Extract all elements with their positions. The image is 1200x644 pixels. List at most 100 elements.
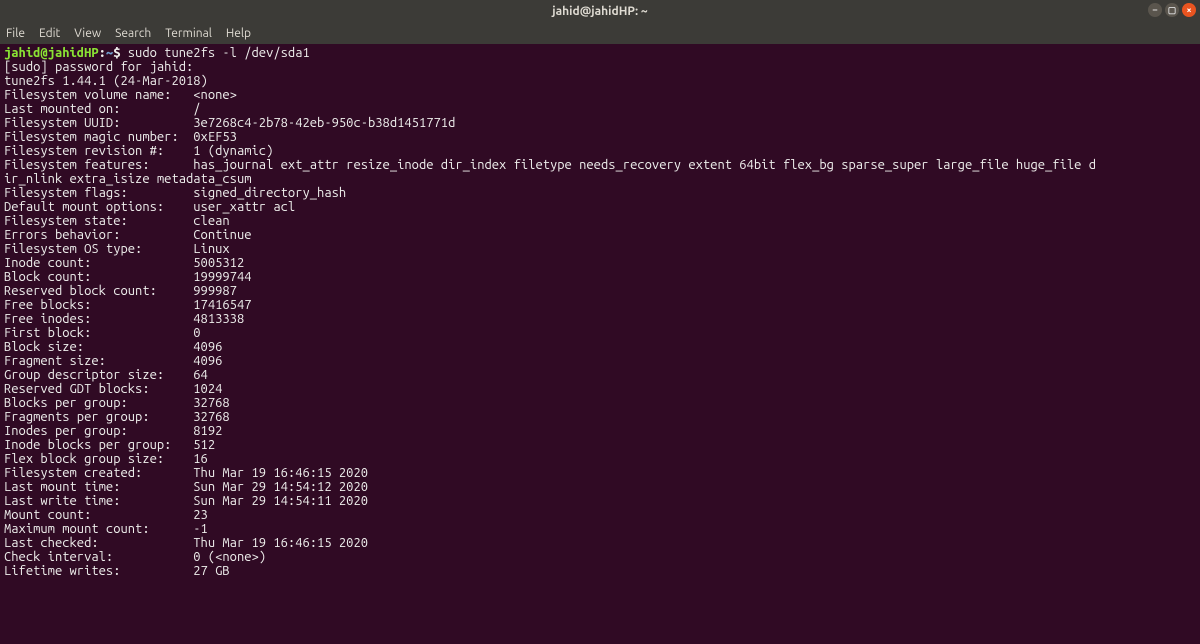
output-line: Filesystem state: clean — [4, 214, 230, 228]
minimize-button[interactable]: – — [1148, 3, 1162, 17]
output-line: Block size: 4096 — [4, 340, 222, 354]
output-line: Filesystem created: Thu Mar 19 16:46:15 … — [4, 466, 368, 480]
output-value: 4813338 — [193, 312, 244, 326]
prompt-command: sudo tune2fs -l /dev/sda1 — [128, 46, 310, 60]
output-value: 64 — [193, 368, 208, 382]
output-value: 32768 — [193, 396, 229, 410]
output-value: 32768 — [193, 410, 229, 424]
output-line: Inodes per group: 8192 — [4, 424, 222, 438]
output-key: Default mount options: — [4, 200, 193, 214]
output-line: Filesystem revision #: 1 (dynamic) — [4, 144, 273, 158]
output-value: -1 — [193, 522, 208, 536]
window-titlebar: jahid@jahidHP: ~ – ▢ × — [0, 0, 1200, 22]
output-key: Mount count: — [4, 508, 193, 522]
output-line: Mount count: 23 — [4, 508, 208, 522]
output-line: Group descriptor size: 64 — [4, 368, 208, 382]
output-line: Last mount time: Sun Mar 29 14:54:12 202… — [4, 480, 368, 494]
menu-terminal[interactable]: Terminal — [165, 27, 212, 40]
output-value: 512 — [193, 438, 215, 452]
output-value: 8192 — [193, 424, 222, 438]
output-value: 19999744 — [193, 270, 251, 284]
output-value: 999987 — [193, 284, 237, 298]
output-key: Reserved block count: — [4, 284, 193, 298]
output-key: Block count: — [4, 270, 193, 284]
output-value: 5005312 — [193, 256, 244, 270]
output-value: 4096 — [193, 340, 222, 354]
output-value: / — [193, 102, 200, 116]
output-line: Lifetime writes: 27 GB — [4, 564, 230, 578]
output-value: Thu Mar 19 16:46:15 2020 — [193, 536, 368, 550]
output-key: Filesystem OS type: — [4, 242, 193, 256]
output-line: Inode blocks per group: 512 — [4, 438, 215, 452]
output-value: <none> — [193, 88, 237, 102]
window-controls: – ▢ × — [1148, 3, 1196, 17]
output-line: Block count: 19999744 — [4, 270, 252, 284]
output-value: Linux — [193, 242, 229, 256]
output-value: clean — [193, 214, 229, 228]
output-value: 0xEF53 — [193, 130, 237, 144]
output-key: Filesystem flags: — [4, 186, 193, 200]
menu-search[interactable]: Search — [115, 27, 151, 40]
output-line: Inode count: 5005312 — [4, 256, 244, 270]
menu-bar: File Edit View Search Terminal Help — [0, 22, 1200, 44]
output-line: Free inodes: 4813338 — [4, 312, 244, 326]
output-key: Check interval: — [4, 550, 193, 564]
output-value: has_journal ext_attr resize_inode dir_in… — [193, 158, 1096, 172]
output-key: Inodes per group: — [4, 424, 193, 438]
output-key: Flex block group size: — [4, 452, 193, 466]
prompt-userhost: jahid@jahidHP — [4, 46, 99, 60]
terminal-area[interactable]: jahid@jahidHP:~$ sudo tune2fs -l /dev/sd… — [0, 44, 1200, 644]
menu-help[interactable]: Help — [226, 27, 251, 40]
output-value: 0 (<none>) — [193, 550, 266, 564]
prompt-colon: : — [99, 46, 106, 60]
output-line: Last mounted on: / — [4, 102, 201, 116]
output-value: 3e7268c4-2b78-42eb-950c-b38d1451771d — [193, 116, 455, 130]
maximize-button[interactable]: ▢ — [1165, 3, 1179, 17]
output-key: Block size: — [4, 340, 193, 354]
menu-edit[interactable]: Edit — [39, 27, 60, 40]
output-key: Fragment size: — [4, 354, 193, 368]
output-line: [sudo] password for jahid: — [4, 60, 201, 74]
output-key: Filesystem created: — [4, 466, 193, 480]
output-line: Filesystem OS type: Linux — [4, 242, 230, 256]
output-line: Free blocks: 17416547 — [4, 298, 252, 312]
output-line: Reserved GDT blocks: 1024 — [4, 382, 222, 396]
menu-file[interactable]: File — [6, 27, 25, 40]
output-key: Free blocks: — [4, 298, 193, 312]
output-line: Filesystem UUID: 3e7268c4-2b78-42eb-950c… — [4, 116, 455, 130]
output-line: Blocks per group: 32768 — [4, 396, 230, 410]
close-button[interactable]: × — [1182, 3, 1196, 17]
output-key: Errors behavior: — [4, 228, 193, 242]
output-key: ir_nlink extra_isize metadata_csum — [4, 172, 252, 186]
output-key: Inode count: — [4, 256, 193, 270]
output-line: Last write time: Sun Mar 29 14:54:11 202… — [4, 494, 368, 508]
menu-view[interactable]: View — [74, 27, 101, 40]
output-line: First block: 0 — [4, 326, 201, 340]
output-key: Filesystem volume name: — [4, 88, 193, 102]
output-value: 1 (dynamic) — [193, 144, 273, 158]
output-line: Reserved block count: 999987 — [4, 284, 237, 298]
output-key: Lifetime writes: — [4, 564, 193, 578]
output-line: Filesystem volume name: <none> — [4, 88, 237, 102]
output-line: Fragments per group: 32768 — [4, 410, 230, 424]
output-value: 16 — [193, 452, 208, 466]
output-key: Filesystem magic number: — [4, 130, 193, 144]
output-line: Flex block group size: 16 — [4, 452, 208, 466]
output-key: Maximum mount count: — [4, 522, 193, 536]
output-key: Filesystem state: — [4, 214, 193, 228]
output-line: Filesystem magic number: 0xEF53 — [4, 130, 237, 144]
output-value: Continue — [193, 228, 251, 242]
output-key: Last mount time: — [4, 480, 193, 494]
output-line: Check interval: 0 (<none>) — [4, 550, 266, 564]
output-key: Last checked: — [4, 536, 193, 550]
output-line: Last checked: Thu Mar 19 16:46:15 2020 — [4, 536, 368, 550]
output-key: Last write time: — [4, 494, 193, 508]
prompt-dollar: $ — [113, 46, 128, 60]
output-line: Maximum mount count: -1 — [4, 522, 208, 536]
output-value: Sun Mar 29 14:54:12 2020 — [193, 480, 368, 494]
output-key: Group descriptor size: — [4, 368, 193, 382]
output-value: Sun Mar 29 14:54:11 2020 — [193, 494, 368, 508]
output-key: Last mounted on: — [4, 102, 193, 116]
output-line: Fragment size: 4096 — [4, 354, 222, 368]
output-value: 23 — [193, 508, 208, 522]
